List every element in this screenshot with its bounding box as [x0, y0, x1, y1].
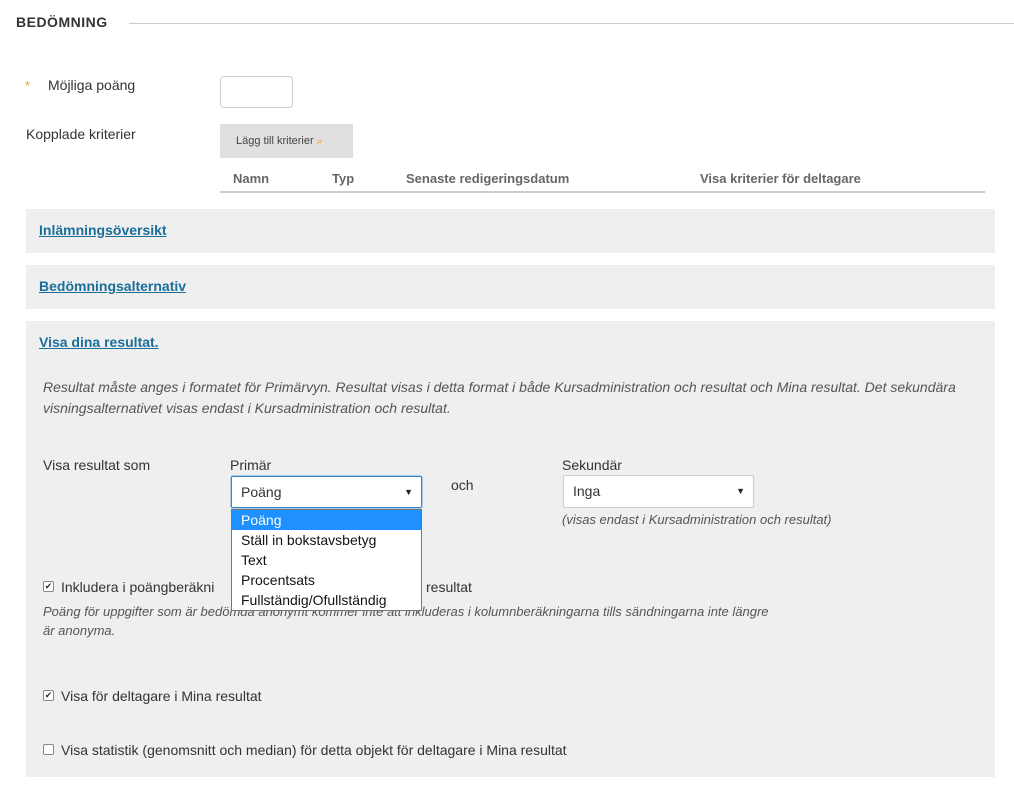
- show-to-participants-label: Visa för deltagare i Mina resultat: [61, 688, 262, 704]
- option-percentage[interactable]: Procentsats: [232, 570, 421, 590]
- option-letter-grade[interactable]: Ställ in bokstavsbetyg: [232, 530, 421, 550]
- show-results-link[interactable]: Visa dina resultat.: [39, 334, 159, 350]
- column-header-show-to-participants[interactable]: Visa kriterier för deltagare: [700, 171, 861, 186]
- show-to-participants-checkbox[interactable]: ✔: [43, 689, 54, 701]
- primary-display-select[interactable]: Poäng ▼: [231, 476, 422, 508]
- show-statistics-label: Visa statistik (genomsnitt och median) f…: [61, 742, 567, 758]
- add-criteria-label: Lägg till kriterier: [236, 135, 314, 147]
- include-checkbox[interactable]: ✔: [43, 580, 54, 592]
- grading-options-panel: Bedömningsalternativ: [26, 265, 995, 309]
- points-label: Möjliga poäng: [48, 77, 136, 93]
- column-header-name[interactable]: Namn: [233, 171, 269, 186]
- include-in-calculations-option[interactable]: ✔ Inkludera i poängberäkni resultat: [43, 579, 472, 595]
- section-title: BEDÖMNING: [16, 14, 108, 30]
- and-label: och: [451, 477, 474, 493]
- results-help-text: Resultat måste anges i formatet för Prim…: [43, 379, 956, 416]
- secondary-select-value: Inga: [573, 483, 601, 499]
- grading-options-link[interactable]: Bedömningsalternativ: [39, 278, 186, 294]
- secondary-note: (visas endast i Kursadministration och r…: [562, 512, 832, 527]
- criteria-table-header: Namn Typ Senaste redigeringsdatum Visa k…: [220, 170, 985, 193]
- include-label-end: resultat: [426, 579, 472, 595]
- show-statistics-checkbox[interactable]: [43, 743, 54, 755]
- primary-options-list[interactable]: Poäng Ställ in bokstavsbetyg Text Procen…: [231, 509, 422, 611]
- submission-overview-panel: Inlämningsöversikt: [26, 209, 995, 253]
- show-statistics-option[interactable]: Visa statistik (genomsnitt och median) f…: [43, 742, 567, 758]
- column-header-type[interactable]: Typ: [332, 171, 354, 186]
- points-input[interactable]: [220, 76, 293, 108]
- option-points[interactable]: Poäng: [232, 510, 421, 530]
- show-to-participants-option[interactable]: ✔ Visa för deltagare i Mina resultat: [43, 688, 262, 704]
- option-text[interactable]: Text: [232, 550, 421, 570]
- section-divider: [129, 23, 1014, 24]
- secondary-label: Sekundär: [562, 457, 622, 473]
- required-marker: *: [25, 78, 31, 93]
- primary-select-value: Poäng: [241, 484, 282, 500]
- double-chevron-down-icon: »: [316, 136, 323, 147]
- dropdown-arrow-icon: ▼: [736, 486, 745, 496]
- show-results-panel: Visa dina resultat. Resultat måste anges…: [26, 321, 995, 777]
- secondary-display-select[interactable]: Inga ▼: [563, 475, 754, 508]
- include-label-start: Inkludera i poängberäkni: [61, 579, 215, 595]
- submission-overview-link[interactable]: Inlämningsöversikt: [39, 222, 167, 238]
- dropdown-arrow-icon: ▼: [404, 487, 413, 497]
- section-header: BEDÖMNING: [16, 14, 1014, 34]
- column-header-last-edited[interactable]: Senaste redigeringsdatum: [406, 171, 569, 186]
- primary-label: Primär: [230, 457, 272, 473]
- option-complete-incomplete[interactable]: Fullständig/Ofullständig: [232, 590, 421, 610]
- criteria-label: Kopplade kriterier: [26, 126, 136, 142]
- show-results-as-label: Visa resultat som: [43, 457, 151, 473]
- add-criteria-button[interactable]: Lägg till kriterier»: [220, 124, 353, 158]
